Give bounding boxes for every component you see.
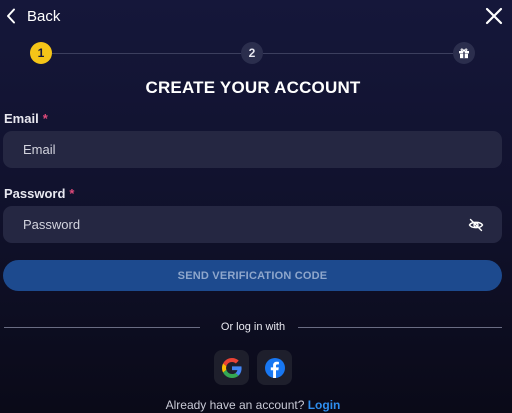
step-1: 1 [30,42,52,64]
google-icon [221,357,242,378]
close-button[interactable] [484,6,504,26]
gift-icon [458,47,470,59]
stepper-line [52,53,241,54]
password-label: Password * [4,186,74,201]
close-icon [484,6,504,26]
password-label-text: Password [4,186,66,201]
email-input[interactable] [3,131,502,168]
required-marker: * [69,186,75,201]
login-link[interactable]: Login [308,398,341,412]
google-login-button[interactable] [214,350,249,385]
progress-stepper: 1 2 [0,40,512,68]
facebook-icon [264,357,285,378]
stepper-line [263,53,453,54]
page-title: CREATE YOUR ACCOUNT [145,78,361,97]
facebook-login-button[interactable] [257,350,292,385]
step-2: 2 [241,42,263,64]
chevron-left-icon [6,8,16,24]
divider-right [298,327,502,328]
eye-off-icon[interactable] [468,217,484,233]
password-field[interactable] [3,206,502,243]
email-field[interactable] [3,131,502,168]
back-button[interactable]: Back [6,5,60,27]
step-reward [453,42,475,64]
password-input[interactable] [3,206,502,243]
login-prompt: Already have an account? Login [0,398,506,412]
email-label-text: Email [4,111,39,126]
email-label: Email * [4,111,48,126]
required-marker: * [42,111,48,126]
login-prompt-text: Already have an account? [165,398,305,412]
send-verification-code-button[interactable]: SEND VERIFICATION CODE [3,260,502,291]
back-label: Back [27,7,61,25]
